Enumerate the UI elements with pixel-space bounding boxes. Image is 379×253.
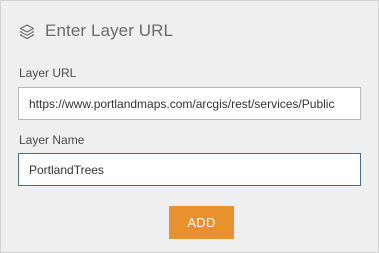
layers-icon [19,23,35,39]
add-button[interactable]: ADD [169,206,234,239]
layer-name-input[interactable] [18,153,361,186]
layer-url-label: Layer URL [19,66,77,80]
layer-name-label: Layer Name [19,133,85,147]
panel-header: Enter Layer URL [19,19,173,43]
layer-url-input[interactable] [18,87,361,120]
enter-layer-url-panel: Enter Layer URL Layer URL Layer Name ADD [0,0,379,253]
panel-title: Enter Layer URL [45,21,174,40]
